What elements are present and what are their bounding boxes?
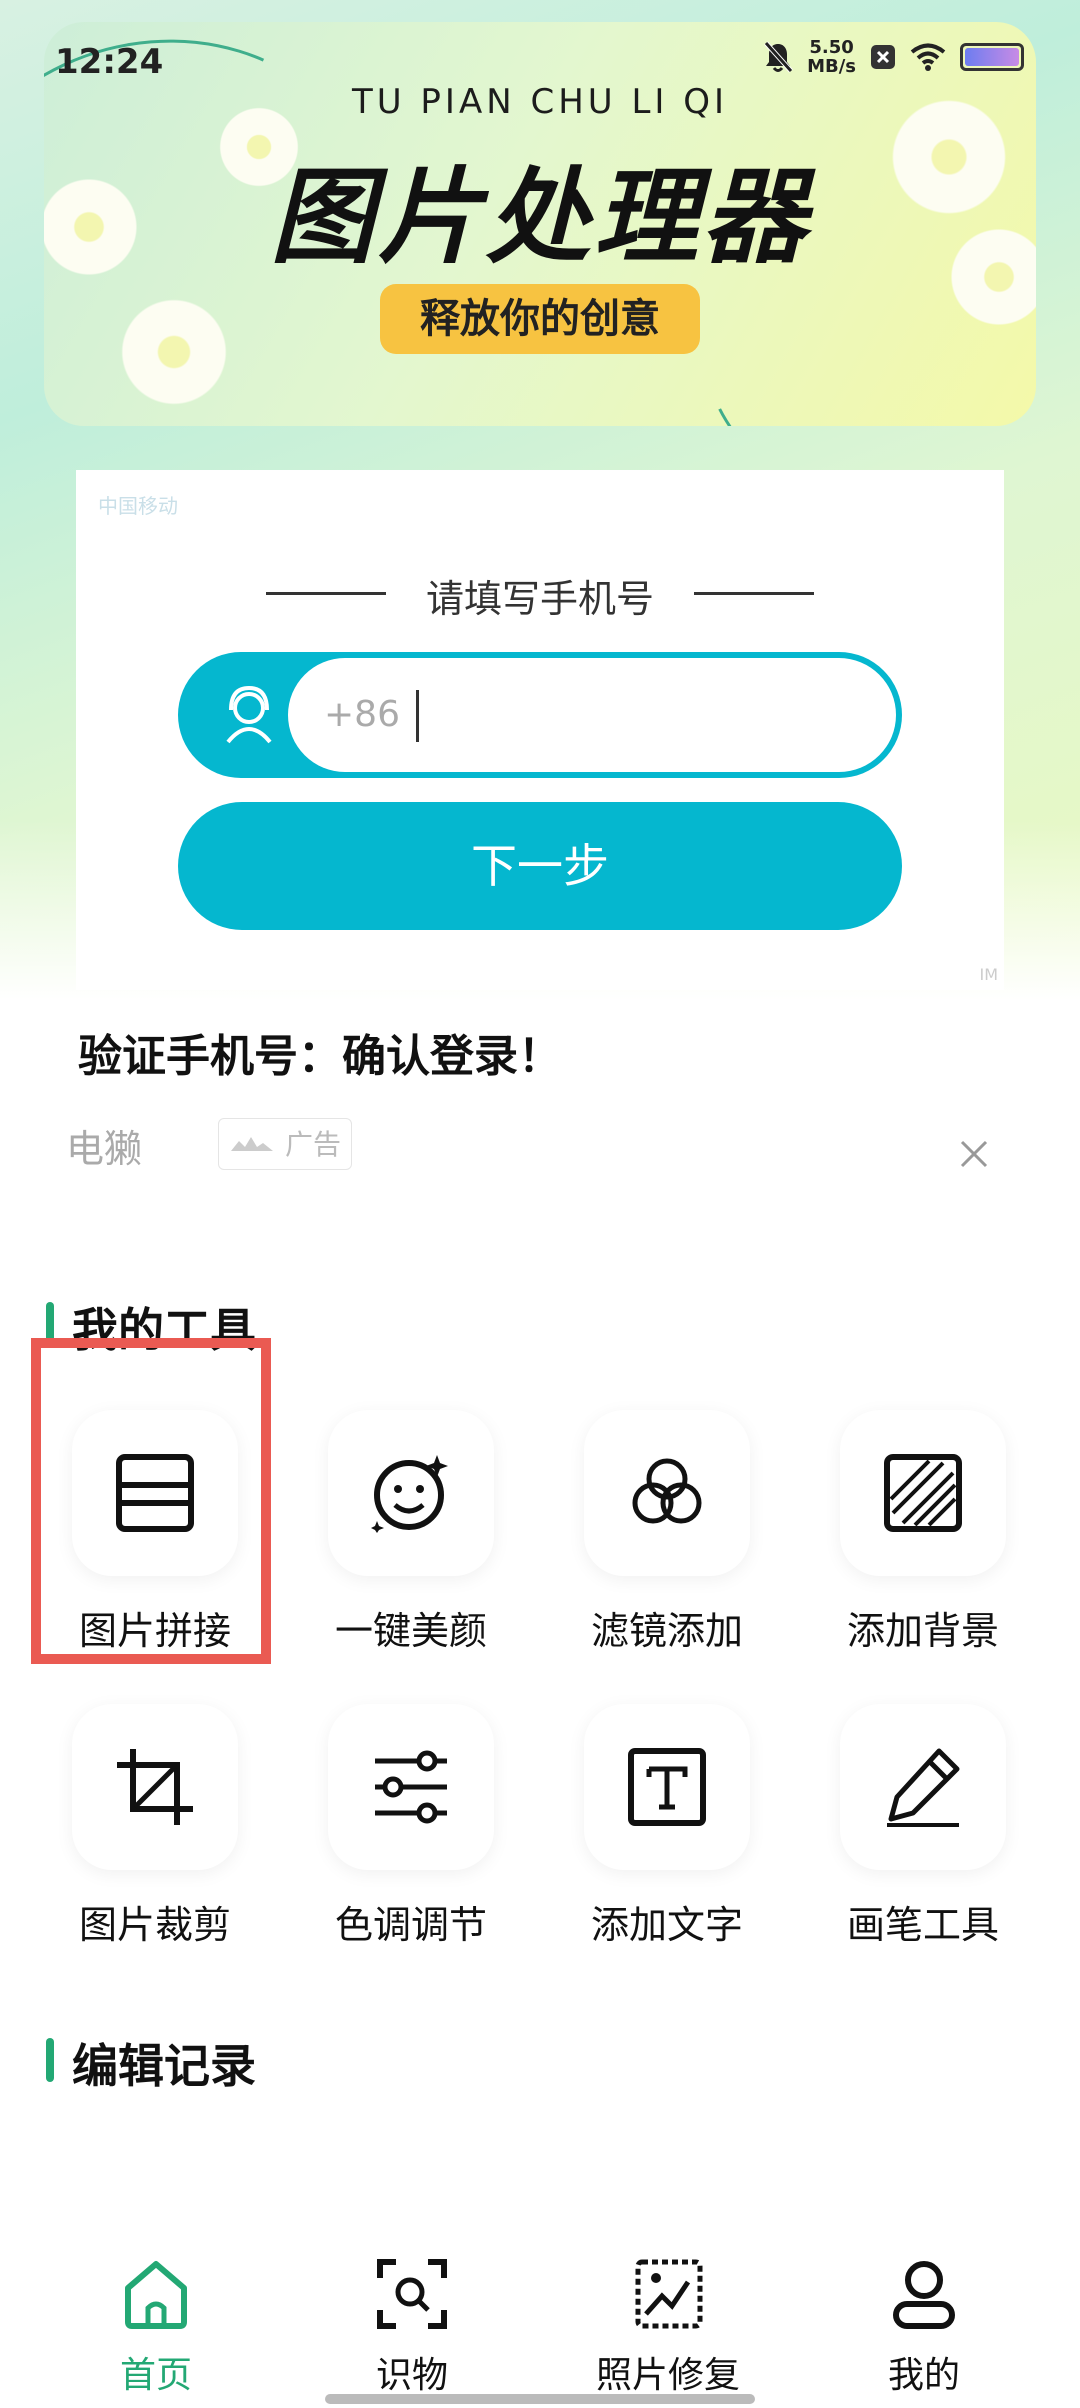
nav-label: 照片修复: [595, 2355, 740, 2396]
nav-label: 首页: [119, 2355, 192, 2396]
edit-history-heading: 编辑记录: [46, 2030, 256, 2096]
banner-slogan: 释放你的创意: [380, 284, 700, 354]
ad-tag: 广告: [218, 1118, 352, 1170]
crop-icon: [117, 1749, 193, 1825]
next-step-button[interactable]: 下一步: [178, 802, 902, 930]
profile-icon: [893, 2261, 955, 2329]
tool-icon-box: [584, 1410, 750, 1576]
selection-highlight: [31, 1338, 271, 1664]
text-icon: [628, 1748, 706, 1826]
ad-corner-mark: IM: [979, 965, 998, 984]
scan-icon: [377, 2259, 447, 2329]
status-time: 12:24: [55, 42, 164, 82]
phone-input-row[interactable]: +86: [178, 652, 902, 778]
home-icon: [125, 2261, 187, 2329]
close-ad-icon[interactable]: [958, 1138, 990, 1170]
divider: [694, 592, 814, 595]
tool-label: 图片裁剪: [78, 1903, 231, 1947]
filter-icon: [632, 1458, 702, 1524]
ad-prompt: 请填写手机号: [425, 577, 654, 621]
tool-icon-box: [584, 1704, 750, 1870]
tool-add-background[interactable]: 添加背景: [800, 1410, 1050, 1653]
tool-icon-box: [72, 1704, 238, 1870]
tool-label: 一键美颜: [334, 1609, 487, 1653]
tool-icon-box: [328, 1410, 494, 1576]
tool-label: 画笔工具: [846, 1903, 999, 1947]
nav-label: 识物: [375, 2355, 448, 2396]
background-icon: [884, 1454, 962, 1532]
ad-card[interactable]: 中国移动 请填写手机号 +86 下一步 IM: [76, 470, 1004, 990]
ad-network-logo-icon: [231, 1137, 273, 1151]
tool-filter[interactable]: 滤镜添加: [544, 1410, 794, 1653]
tool-brush[interactable]: 画笔工具: [800, 1704, 1050, 1947]
banner-title: 图片处理器: [269, 156, 810, 278]
tool-icon-box: [328, 1704, 494, 1870]
brush-icon: [887, 1748, 960, 1827]
ad-logo: 中国移动: [98, 494, 178, 518]
banner-pinyin: TU PIAN CHU LI QI: [351, 82, 729, 122]
network-speed: 5.50 MB/s: [807, 37, 856, 77]
mute-bell-icon: [764, 41, 793, 73]
tone-sliders-icon: [375, 1750, 447, 1824]
tool-icon-box: [840, 1410, 1006, 1576]
tool-label: 添加背景: [846, 1609, 999, 1653]
tool-crop[interactable]: 图片裁剪: [32, 1704, 282, 1947]
tool-add-text[interactable]: 添加文字: [544, 1704, 794, 1947]
tool-tone-adjust[interactable]: 色调调节: [288, 1704, 538, 1947]
nav-label: 我的: [887, 2355, 960, 2396]
notification-x-icon: [871, 45, 895, 69]
tool-label: 添加文字: [590, 1903, 743, 1947]
nav-item-home[interactable]: 首页: [46, 2240, 266, 2396]
nav-item-photo-repair[interactable]: 照片修复: [558, 2240, 778, 2396]
status-bar: 12:24 5.50 MB/s: [0, 38, 1080, 88]
photo-repair-icon: [635, 2259, 703, 2329]
tool-label: 色调调节: [334, 1903, 487, 1947]
customer-service-icon: [226, 685, 272, 744]
phone-number-input[interactable]: +86: [288, 658, 896, 772]
ad-headline[interactable]: 验证手机号：确认登录！: [78, 1020, 562, 1084]
gesture-home-bar[interactable]: [325, 2394, 755, 2404]
ad-brand: 电獭: [66, 1127, 143, 1171]
bottom-navigation: 首页 识物 照片修复 我的: [0, 2240, 1080, 2408]
nav-item-identify[interactable]: 识物: [302, 2240, 522, 2396]
tool-label: 滤镜添加: [590, 1609, 743, 1653]
beauty-face-icon: [371, 1455, 448, 1533]
battery-icon: [960, 43, 1024, 71]
wifi-icon: [910, 43, 946, 71]
tool-icon-box: [840, 1704, 1006, 1870]
tool-beauty[interactable]: 一键美颜: [288, 1410, 538, 1653]
nav-item-mine[interactable]: 我的: [814, 2240, 1034, 2396]
